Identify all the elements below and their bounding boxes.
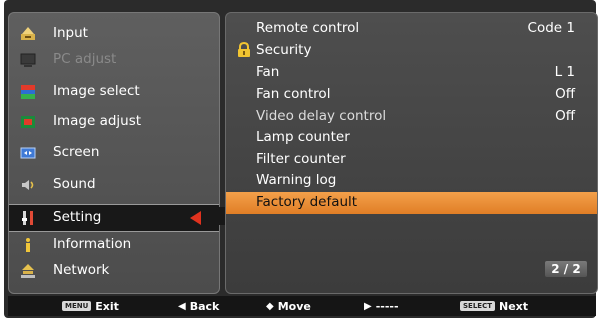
menu-item-input[interactable]: Input (9, 21, 219, 47)
pc-adjust-icon (19, 51, 37, 69)
setting-label: Factory default (256, 194, 358, 210)
menu-item-network[interactable]: Network (9, 258, 219, 284)
sound-icon (19, 176, 37, 194)
right-arrow-icon: ▶ (364, 300, 372, 312)
menu-item-label: Information (53, 236, 132, 252)
hint-label: Back (189, 299, 220, 313)
setting-value: L 1 (554, 64, 575, 80)
hint-label: ----- (375, 299, 399, 313)
setting-row-video-delay-control[interactable]: Video delay control Off (226, 106, 597, 127)
setting-row-fan-control[interactable]: Fan control Off (226, 84, 597, 105)
setting-label: Video delay control (256, 108, 387, 124)
select-key-icon: SELECT (460, 301, 495, 311)
setting-label: Security (256, 42, 312, 58)
hint-label: Next (498, 299, 529, 313)
menu-item-image-select[interactable]: Image select (9, 79, 219, 105)
menu-item-screen[interactable]: Screen (9, 140, 219, 166)
up-down-arrow-icon: ◆ (266, 300, 274, 312)
hint-label: Exit (95, 299, 119, 313)
page-indicator: 2 / 2 (545, 261, 587, 277)
setting-label: Lamp counter (256, 129, 350, 145)
main-menu: Input PC adjust Image select Image adjus… (8, 12, 220, 294)
selection-arrow-icon (190, 211, 201, 225)
menu-item-label: Sound (53, 176, 96, 192)
hint-next: SELECT Next (460, 299, 528, 313)
menu-item-label: Input (53, 25, 88, 41)
menu-item-label: Image adjust (53, 113, 142, 129)
setting-row-remote-control[interactable]: Remote control Code 1 (226, 18, 597, 39)
setting-label: Fan control (256, 86, 331, 102)
setting-label: Remote control (256, 20, 360, 36)
setting-icon (19, 209, 37, 227)
lock-icon (236, 41, 252, 58)
setting-row-warning-log[interactable]: Warning log (226, 170, 597, 191)
hint-forward: ▶ ----- (364, 299, 399, 313)
setting-label: Filter counter (256, 151, 346, 167)
menu-item-label: Image select (53, 83, 140, 99)
hint-move: ◆ Move (266, 299, 311, 313)
hint-exit: MENU Exit (62, 299, 119, 313)
key-guide-bar: MENU Exit ◀ Back ◆ Move ▶ ----- SELECT N… (8, 296, 596, 316)
setting-label: Warning log (256, 172, 337, 188)
image-adjust-icon (19, 113, 37, 131)
setting-row-filter-counter[interactable]: Filter counter (226, 149, 597, 170)
setting-row-factory-default[interactable]: Factory default (226, 192, 597, 214)
menu-item-image-adjust[interactable]: Image adjust (9, 109, 219, 135)
menu-item-sound[interactable]: Sound (9, 172, 219, 198)
screen-icon (19, 144, 37, 162)
menu-item-information[interactable]: Information (9, 232, 219, 258)
input-icon (19, 25, 37, 43)
menu-item-pc-adjust: PC adjust (9, 47, 219, 73)
setting-row-security[interactable]: Security (226, 40, 597, 61)
network-icon (19, 262, 37, 280)
menu-key-icon: MENU (62, 301, 92, 311)
setting-row-fan[interactable]: Fan L 1 (226, 62, 597, 83)
menu-item-label: Network (53, 262, 110, 278)
information-icon (19, 236, 37, 254)
menu-item-label: PC adjust (53, 51, 117, 67)
setting-value: Off (555, 108, 575, 124)
setting-value: Code 1 (527, 20, 575, 36)
hint-back: ◀ Back (178, 299, 219, 313)
image-select-icon (19, 83, 37, 101)
projector-osd: Input PC adjust Image select Image adjus… (4, 0, 598, 318)
setting-value: Off (555, 86, 575, 102)
menu-item-setting[interactable]: Setting (9, 204, 219, 232)
menu-item-label: Setting (53, 209, 102, 225)
hint-label: Move (277, 299, 311, 313)
menu-item-label: Screen (53, 144, 100, 160)
left-arrow-icon: ◀ (178, 300, 186, 312)
setting-submenu: Remote control Code 1 Security Fan L 1 F… (225, 12, 598, 294)
setting-label: Fan (256, 64, 280, 80)
setting-row-lamp-counter[interactable]: Lamp counter (226, 127, 597, 148)
